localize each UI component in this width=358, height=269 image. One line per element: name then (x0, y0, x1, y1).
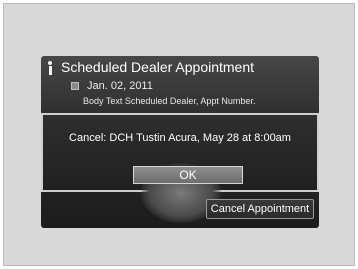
figure-frame: Scheduled Dealer Appointment Jan. 02, 20… (3, 3, 355, 266)
appointment-date: Jan. 02, 2011 (87, 80, 153, 92)
calendar-icon (71, 82, 79, 90)
body-text: Body Text Scheduled Dealer, Appt Number. (83, 96, 256, 106)
ok-button[interactable]: OK (133, 166, 243, 184)
info-icon (47, 61, 53, 75)
confirm-dialog: Cancel: DCH Tustin Acura, May 28 at 8:00… (41, 113, 319, 223)
cancel-appointment-button[interactable]: Cancel Appointment (206, 199, 314, 219)
screen-title: Scheduled Dealer Appointment (61, 59, 255, 75)
dialog-message: Cancel: DCH Tustin Acura, May 28 at 8:00… (69, 132, 291, 144)
